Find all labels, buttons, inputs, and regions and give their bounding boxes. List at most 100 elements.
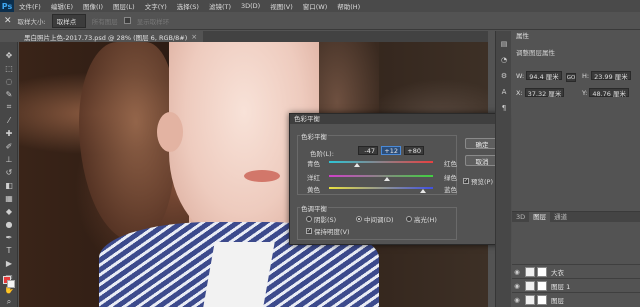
menu-window[interactable]: 窗口(W): [298, 1, 333, 11]
layer-thumbnail: [525, 280, 535, 291]
layer-row[interactable]: ◉ 大衣: [512, 264, 640, 278]
crop-tool-icon[interactable]: ⌗: [4, 102, 14, 112]
tab-3d[interactable]: 3D: [512, 212, 529, 222]
link-dimensions-button[interactable]: GO: [566, 73, 576, 82]
layer-mask-thumbnail: [537, 294, 547, 305]
brush-tool-icon[interactable]: ✐: [4, 141, 14, 151]
eye-icon[interactable]: ◉: [512, 282, 522, 290]
prop-width-label: W:: [516, 71, 525, 80]
paragraph-panel-icon[interactable]: ¶: [499, 103, 509, 113]
slider-cyan-red-track: [329, 161, 433, 163]
properties-header: 调整图层属性: [516, 49, 555, 57]
slider-yellow-blue-thumb[interactable]: [419, 189, 426, 193]
dialog-title: 色彩平衡: [290, 114, 505, 124]
eraser-tool-icon[interactable]: ◧: [4, 180, 14, 190]
slider-green-label: 绿色: [444, 174, 457, 182]
sample-size-select[interactable]: 取样点: [51, 13, 86, 28]
menu-view[interactable]: 视图(V): [265, 1, 298, 11]
eyedropper-tool-icon[interactable]: ⁄: [4, 115, 14, 125]
tone-midtones-option[interactable]: 中间调(D): [356, 214, 394, 224]
slider-magenta-green-thumb[interactable]: [384, 177, 391, 181]
move-tool-icon[interactable]: ✥: [4, 50, 14, 60]
properties-tab[interactable]: 属性: [512, 31, 533, 41]
menu-bar: Ps 文件(F) 编辑(E) 图像(I) 图层(L) 文字(Y) 选择(S) 滤…: [0, 0, 640, 12]
show-ring-checkbox[interactable]: [123, 17, 131, 24]
menu-image[interactable]: 图像(I): [78, 1, 108, 11]
close-icon[interactable]: ×: [191, 33, 197, 41]
preserve-luminosity-checkbox[interactable]: ✓: [306, 228, 312, 234]
menu-3d[interactable]: 3D(D): [236, 2, 265, 10]
layer-name: 大衣: [551, 268, 564, 277]
preview-option[interactable]: ✓ 预览(P): [463, 176, 493, 186]
slider-magenta-green-track: [329, 175, 433, 177]
menu-help[interactable]: 帮助(H): [332, 1, 365, 11]
preserve-luminosity-option[interactable]: ✓ 保持明度(V): [306, 226, 350, 236]
preview-checkbox[interactable]: ✓: [463, 178, 469, 184]
pen-tool-icon[interactable]: ✒: [4, 232, 14, 242]
slider-yellow-blue[interactable]: 黄色 蓝色: [307, 183, 457, 194]
prop-y-row: Y: 48.76 厘米: [582, 88, 629, 98]
path-select-icon[interactable]: ▶: [4, 258, 14, 268]
menu-filter[interactable]: 滤镜(T): [204, 1, 236, 11]
ok-button[interactable]: 确定: [465, 138, 499, 149]
cancel-button[interactable]: 取消: [465, 155, 499, 166]
eyedropper-icon[interactable]: ✕: [4, 16, 12, 26]
photoshop-logo: Ps: [0, 0, 14, 12]
prop-y-label: Y:: [582, 88, 588, 97]
tone-highlights-radio[interactable]: [406, 216, 412, 222]
all-layers-option[interactable]: 所有图层: [92, 16, 118, 26]
tone-highlights-option[interactable]: 高光(H): [406, 214, 437, 224]
document-tab[interactable]: 黑白照片上色-2017.73.psd @ 28% (图层 6, RGB/8#) …: [18, 31, 204, 42]
layer-name: 图层 1: [551, 282, 571, 291]
slider-cyan-red-thumb[interactable]: [353, 163, 360, 167]
menu-type[interactable]: 文字(Y): [140, 1, 172, 11]
menu-layer[interactable]: 图层(L): [108, 1, 140, 11]
prop-height-field[interactable]: 23.99 厘米: [591, 71, 631, 81]
tone-shadows-radio[interactable]: [306, 216, 312, 222]
background-color-swatch[interactable]: [7, 280, 15, 288]
menu-file[interactable]: 文件(F): [14, 1, 46, 11]
eye-icon[interactable]: ◉: [512, 296, 522, 304]
healing-tool-icon[interactable]: ✚: [4, 128, 14, 138]
prop-y-field[interactable]: 48.76 厘米: [589, 88, 629, 98]
menu-edit[interactable]: 编辑(E): [46, 1, 78, 11]
level-yellow-blue-field[interactable]: +80: [404, 146, 424, 155]
blur-tool-icon[interactable]: ◆: [4, 206, 14, 216]
character-panel-icon[interactable]: A: [499, 87, 509, 97]
photo-collar: [203, 242, 275, 307]
zoom-tool-icon[interactable]: ⌕: [4, 297, 14, 307]
slider-magenta-green[interactable]: 洋红 绿色: [307, 171, 457, 182]
gradient-tool-icon[interactable]: ▦: [4, 193, 14, 203]
photo-lips: [244, 170, 280, 182]
quick-select-tool-icon[interactable]: ✎: [4, 89, 14, 99]
properties-panel-icon[interactable]: ⚙: [499, 71, 509, 81]
stamp-tool-icon[interactable]: ⊥: [4, 154, 14, 164]
dodge-tool-icon[interactable]: ●: [4, 219, 14, 229]
type-tool-icon[interactable]: T: [4, 245, 14, 255]
history-brush-icon[interactable]: ↺: [4, 167, 14, 177]
marquee-tool-icon[interactable]: ⬚: [4, 63, 14, 73]
options-bar: ✕ 取样大小: 取样点 所有图层 显示取样环: [0, 12, 640, 30]
lasso-tool-icon[interactable]: ◌: [4, 76, 14, 86]
level-magenta-green-field[interactable]: +12: [381, 146, 401, 155]
brush-panel-icon[interactable]: ◔: [499, 55, 509, 65]
tab-layers[interactable]: 图层: [529, 212, 551, 222]
layer-row[interactable]: ◉ 图层: [512, 292, 640, 306]
prop-x-field[interactable]: 37.32 厘米: [524, 88, 565, 98]
eye-icon[interactable]: ◉: [512, 268, 522, 276]
level-cyan-red-field[interactable]: -47: [358, 146, 378, 155]
prop-width-field[interactable]: 94.4 厘米: [526, 71, 562, 81]
color-balance-group-label: 色彩平衡: [300, 131, 328, 141]
history-panel-icon[interactable]: ▤: [499, 39, 509, 49]
tone-balance-group-label: 色调平衡: [300, 203, 328, 213]
tone-midtones-label: 中间调(D): [364, 216, 394, 224]
tone-midtones-radio[interactable]: [356, 216, 362, 222]
tools-panel: ✥ ⬚ ◌ ✎ ⌗ ⁄ ✚ ✐ ⊥ ↺ ◧ ▦ ◆ ● ✒ T ▶ ▭ ✋ ⌕: [0, 42, 18, 307]
slider-cyan-red[interactable]: 青色 红色: [307, 157, 457, 168]
layer-row[interactable]: ◉ 图层 1: [512, 278, 640, 292]
menu-select[interactable]: 选择(S): [172, 1, 204, 11]
tone-shadows-option[interactable]: 阴影(S): [306, 214, 336, 224]
sample-size-label: 取样大小:: [17, 17, 46, 26]
tab-channels[interactable]: 通道: [550, 212, 571, 222]
slider-magenta-label: 洋红: [307, 174, 320, 182]
